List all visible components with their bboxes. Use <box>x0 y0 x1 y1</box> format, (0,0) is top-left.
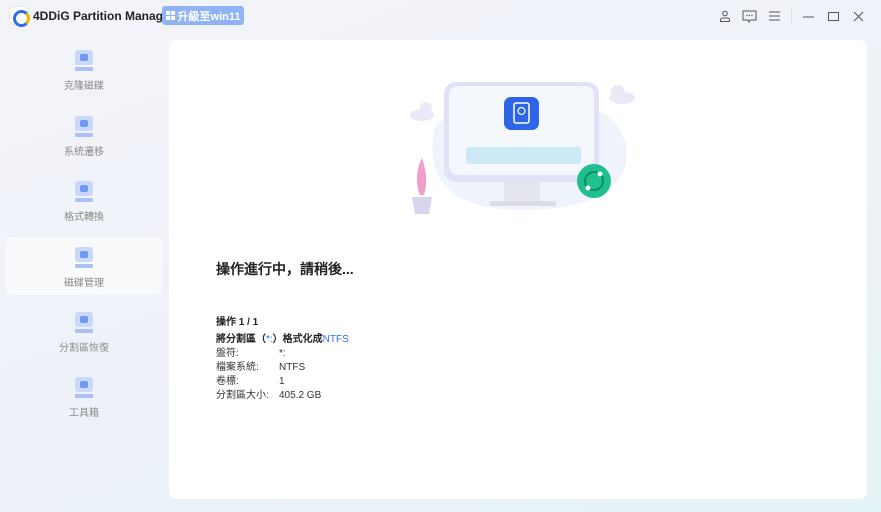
close-icon[interactable] <box>846 6 871 26</box>
operation-details: 將分割區（ *: ）格式化成 NTFS 盤符: *: 檔案系統: NTFS 卷標: 1 分割… <box>216 333 349 403</box>
pie-chart-icon <box>75 247 93 269</box>
sidebar-item-label: 工具箱 <box>69 408 99 419</box>
sidebar-item-clone-disk[interactable]: 克隆磁碟 <box>6 40 162 98</box>
desc-drive: *: <box>266 334 273 345</box>
app-logo-icon <box>10 7 30 27</box>
computer-progress-illustration <box>410 82 635 214</box>
windows-icon <box>165 11 175 20</box>
sidebar-item-label: 格式轉換 <box>64 212 104 223</box>
detail-row: 盤符: *: <box>216 347 349 361</box>
sidebar-item-format-convert[interactable]: 格式轉換 <box>6 171 162 229</box>
minimize-icon[interactable] <box>796 6 821 26</box>
menu-icon[interactable] <box>762 6 787 26</box>
detail-value: NTFS <box>279 362 306 373</box>
operation-description: 將分割區（ *: ）格式化成 NTFS <box>216 333 349 347</box>
sidebar-item-toolbox[interactable]: 工具箱 <box>6 367 162 425</box>
divider <box>791 9 792 23</box>
detail-row: 分割區大小: 405.2 GB <box>216 389 349 403</box>
clone-disk-icon <box>75 50 93 72</box>
detail-value: *: <box>279 348 286 359</box>
sidebar-item-partition-recovery[interactable]: 分割區恢復 <box>6 302 162 360</box>
detail-value: 405.2 GB <box>279 390 322 401</box>
maximize-icon[interactable] <box>821 6 846 26</box>
detail-row: 檔案系統: NTFS <box>216 361 349 375</box>
sidebar-item-label: 系統遷移 <box>64 147 104 158</box>
desc-mid: ）格式化成 <box>272 334 323 345</box>
recovery-icon <box>75 312 93 334</box>
user-icon[interactable] <box>712 6 737 26</box>
detail-row: 卷標: 1 <box>216 375 349 389</box>
desc-fs: NTFS <box>322 334 349 345</box>
operation-counter: 操作 1 / 1 <box>216 317 259 328</box>
sidebar-item-label: 磁碟管理 <box>64 278 104 289</box>
detail-key: 盤符: <box>216 348 239 359</box>
upgrade-win11-button[interactable]: 升級至win11 <box>162 6 244 25</box>
detail-key: 卷標: <box>216 376 239 387</box>
title-bar: 4DDiG Partition Manager 升級至win11 <box>0 0 881 32</box>
feedback-icon[interactable] <box>737 6 762 26</box>
main-panel: 操作進行中，請稍後... 操作 1 / 1 將分割區（ *: ）格式化成 NTFS 盤… <box>169 40 867 499</box>
progress-heading: 操作進行中，請稍後... <box>216 261 354 277</box>
detail-key: 檔案系統: <box>216 362 259 373</box>
detail-value: 1 <box>279 376 285 387</box>
sidebar-item-label: 分割區恢復 <box>59 343 109 354</box>
sidebar-item-system-migration[interactable]: 系統遷移 <box>6 106 162 164</box>
toolbox-icon <box>75 377 93 399</box>
system-migration-icon <box>75 116 93 138</box>
sidebar-item-label: 克隆磁碟 <box>64 81 104 92</box>
app-title: 4DDiG Partition Manager <box>33 9 175 23</box>
desc-prefix: 將分割區（ <box>216 334 266 345</box>
sync-icon <box>577 164 611 198</box>
convert-icon <box>75 181 93 203</box>
upgrade-label: 升級至win11 <box>177 10 241 23</box>
sidebar-item-disk-management[interactable]: 磁碟管理 <box>6 237 162 295</box>
disk-icon <box>504 97 539 130</box>
detail-key: 分割區大小: <box>216 390 269 401</box>
